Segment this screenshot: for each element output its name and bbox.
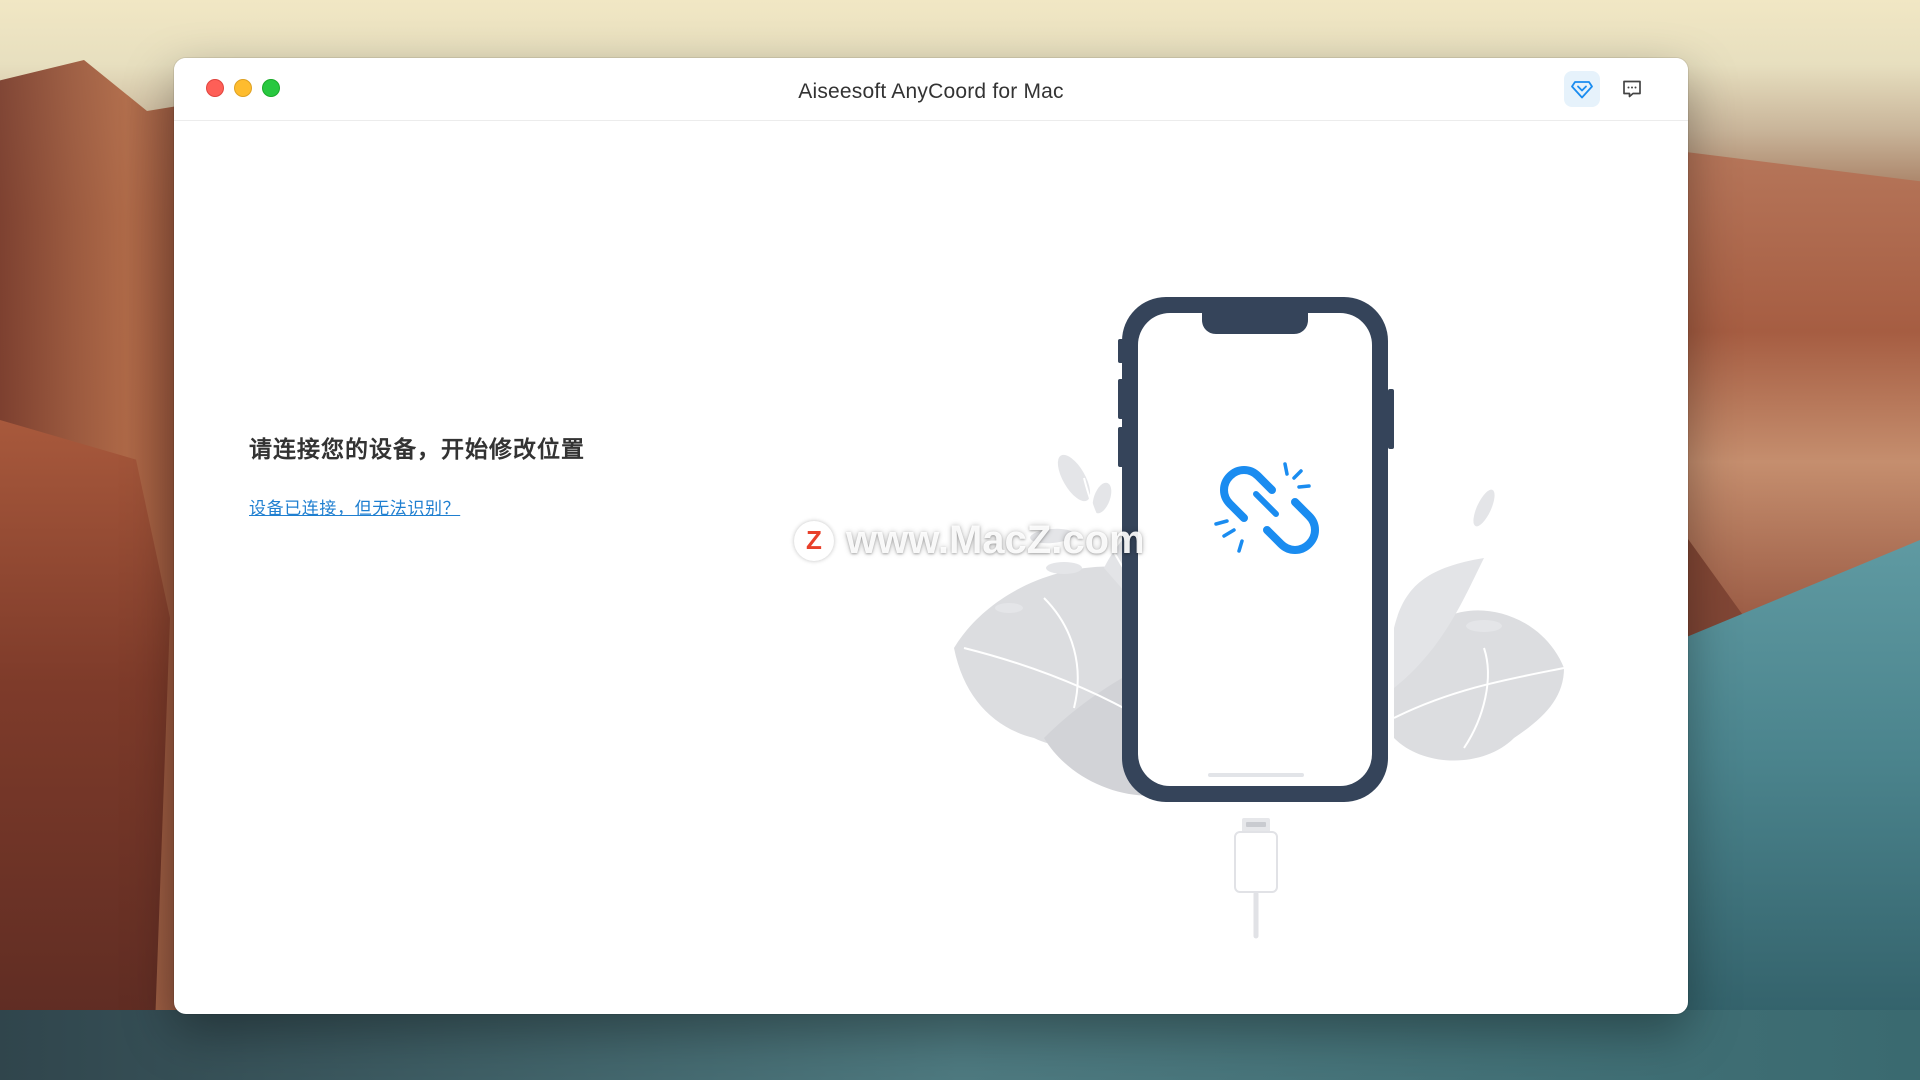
macz-logo-icon: Z	[794, 520, 834, 561]
message-icon	[1623, 80, 1641, 98]
lightning-cable-graphic	[1234, 818, 1278, 939]
phone-graphic	[1118, 297, 1394, 802]
window-title: Aiseesoft AnyCoord for Mac	[798, 80, 1064, 103]
wallpaper-water-bottom	[0, 1010, 1920, 1080]
watermark: Z www.MacZ.com	[794, 518, 1145, 563]
wallpaper-cliff-left-lower	[0, 420, 170, 1080]
diamond-icon	[1571, 81, 1593, 99]
title-bar: Aiseesoft AnyCoord for Mac	[174, 58, 1688, 121]
upgrade-button[interactable]	[1564, 71, 1600, 107]
connect-device-prompt: 请连接您的设备，开始修改位置	[249, 436, 585, 462]
app-window: Aiseesoft AnyCoord for Mac 请连接您的设备，开始修改位…	[174, 58, 1688, 1014]
feedback-button[interactable]	[1614, 71, 1650, 107]
wallpaper-water-right	[1660, 540, 1920, 1080]
device-not-recognized-link[interactable]: 设备已连接，但无法识别？	[249, 494, 460, 519]
connect-device-illustration	[954, 297, 1565, 939]
watermark-text: www.MacZ.com	[846, 518, 1145, 562]
